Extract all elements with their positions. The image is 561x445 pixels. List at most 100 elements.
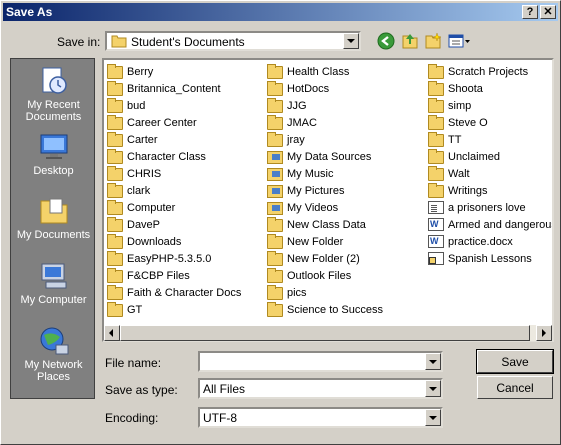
file-list-item[interactable]: Downloads <box>107 233 241 250</box>
file-list-item[interactable]: My Data Sources <box>267 148 383 165</box>
file-list-item[interactable]: Health Class <box>267 63 383 80</box>
file-list-item[interactable]: TT <box>428 131 552 148</box>
save-as-type-dropdown-arrow[interactable] <box>425 380 441 397</box>
close-button[interactable]: ✕ <box>540 5 556 19</box>
save-as-type-label: Save as type: <box>105 383 178 397</box>
place-my-network-places[interactable]: My Network Places <box>11 325 96 383</box>
file-list-item[interactable]: JJG <box>267 97 383 114</box>
scroll-right-button[interactable] <box>536 325 552 341</box>
place-label: Documents <box>25 111 82 123</box>
file-list-item[interactable]: Unclaimed <box>428 148 552 165</box>
file-name-text: Outlook Files <box>287 269 352 282</box>
folder-icon <box>428 183 444 198</box>
window-title: Save As <box>6 5 53 19</box>
folder-icon <box>428 64 444 79</box>
file-list-item[interactable]: DaveP <box>107 216 241 233</box>
special-folder-icon <box>267 185 283 198</box>
new-folder-icon[interactable] <box>424 32 444 50</box>
file-list-item[interactable]: JMAC <box>267 114 383 131</box>
back-icon[interactable] <box>377 32 397 50</box>
file-name-text: bud <box>127 99 146 112</box>
file-name-text: Spanish Lessons <box>448 252 532 265</box>
file-list-item[interactable]: Shoota <box>428 80 552 97</box>
file-list-item[interactable]: My Pictures <box>267 182 383 199</box>
file-list-item[interactable]: GT <box>107 301 241 318</box>
recent-documents-icon <box>38 65 70 97</box>
file-name-text: Health Class <box>287 65 350 78</box>
file-name-text: My Videos <box>287 201 339 214</box>
file-list-item[interactable]: Character Class <box>107 148 241 165</box>
folder-icon <box>267 132 283 147</box>
file-name-text: Career Center <box>127 116 197 129</box>
file-name-text: simp <box>448 99 472 112</box>
file-list-item[interactable]: bud <box>107 97 241 114</box>
file-list-item[interactable]: Science to Success <box>267 301 383 318</box>
file-list-item[interactable]: Carter <box>107 131 241 148</box>
file-list-item[interactable]: My Music <box>267 165 383 182</box>
file-list-item[interactable]: HotDocs <box>267 80 383 97</box>
folder-icon <box>111 35 127 48</box>
cancel-button[interactable]: Cancel <box>477 376 553 399</box>
file-list-item[interactable]: Steve O <box>428 114 552 131</box>
file-list-item[interactable]: jray <box>267 131 383 148</box>
file-list-item[interactable]: simp <box>428 97 552 114</box>
file-list-item[interactable]: Walt <box>428 165 552 182</box>
folder-icon <box>428 81 444 96</box>
file-name-text: Faith & Character Docs <box>127 286 242 299</box>
file-list-item[interactable]: Scratch Projects <box>428 63 552 80</box>
file-list-item[interactable]: New Folder (2) <box>267 250 383 267</box>
file-list-item[interactable]: Britannica_Content <box>107 80 241 97</box>
place-desktop[interactable]: Desktop <box>11 131 96 177</box>
file-list-item[interactable]: Computer <box>107 199 241 216</box>
file-list[interactable]: Berry Britannica_Contentbud Career Center C… <box>102 58 554 342</box>
file-name-text: My Pictures <box>287 184 345 197</box>
file-name-text: Computer <box>127 201 176 214</box>
file-list-item[interactable]: Outlook Files <box>267 267 383 284</box>
file-name-text: Shoota <box>448 82 483 95</box>
encoding-dropdown-arrow[interactable] <box>425 409 441 426</box>
scroll-left-button[interactable] <box>104 325 120 341</box>
file-list-item[interactable]: New Class Data <box>267 216 383 233</box>
help-button[interactable]: ? <box>522 5 538 19</box>
folder-icon <box>267 115 283 130</box>
file-list-item[interactable]: CHRIS <box>107 165 241 182</box>
file-name-input[interactable] <box>202 354 422 369</box>
horizontal-scrollbar[interactable] <box>104 325 552 341</box>
folder-icon <box>267 302 283 317</box>
file-list-item[interactable]: Writings <box>428 182 552 199</box>
file-list-item[interactable]: F&CBP Files <box>107 267 241 284</box>
up-folder-icon[interactable] <box>401 32 421 50</box>
file-list-item[interactable]: New Folder <box>267 233 383 250</box>
file-name-text: F&CBP Files <box>127 269 190 282</box>
file-name-dropdown-arrow[interactable] <box>425 353 441 370</box>
file-list-item[interactable]: Career Center <box>107 114 241 131</box>
place-my-computer[interactable]: My Computer <box>11 260 96 306</box>
file-name-combobox[interactable] <box>198 351 443 372</box>
folder-icon <box>107 183 123 198</box>
place-label: Desktop <box>33 165 74 177</box>
encoding-select[interactable]: UTF-8 <box>198 407 443 428</box>
file-list-item[interactable]: My Videos <box>267 199 383 216</box>
word-document-icon <box>428 218 444 231</box>
file-list-item[interactable]: practice.docx <box>428 233 552 250</box>
file-list-item[interactable]: a prisoners love <box>428 199 552 216</box>
file-list-item[interactable]: Armed and dangerous <box>428 216 552 233</box>
file-name-text: practice.docx <box>448 235 513 248</box>
file-list-item[interactable]: EasyPHP-5.3.5.0 <box>107 250 241 267</box>
views-menu-icon[interactable] <box>448 32 474 50</box>
place-my-recent-documents[interactable]: My Recent Documents <box>11 65 96 123</box>
file-list-item[interactable]: pics <box>267 284 383 301</box>
file-list-item[interactable]: Faith & Character Docs <box>107 284 241 301</box>
folder-icon <box>107 149 123 164</box>
save-in-combobox[interactable]: Student's Documents <box>105 31 361 51</box>
place-my-documents[interactable]: My Documents <box>11 195 96 241</box>
folder-icon <box>428 132 444 147</box>
scroll-thumb[interactable] <box>120 325 530 341</box>
file-list-item[interactable]: Spanish Lessons <box>428 250 552 267</box>
save-in-dropdown-arrow[interactable] <box>343 33 359 49</box>
file-list-item[interactable]: clark <box>107 182 241 199</box>
file-list-item[interactable]: Berry <box>107 63 241 80</box>
save-as-type-select[interactable]: All Files <box>198 378 443 399</box>
save-button[interactable]: Save <box>476 349 554 374</box>
file-name-text: clark <box>127 184 151 197</box>
